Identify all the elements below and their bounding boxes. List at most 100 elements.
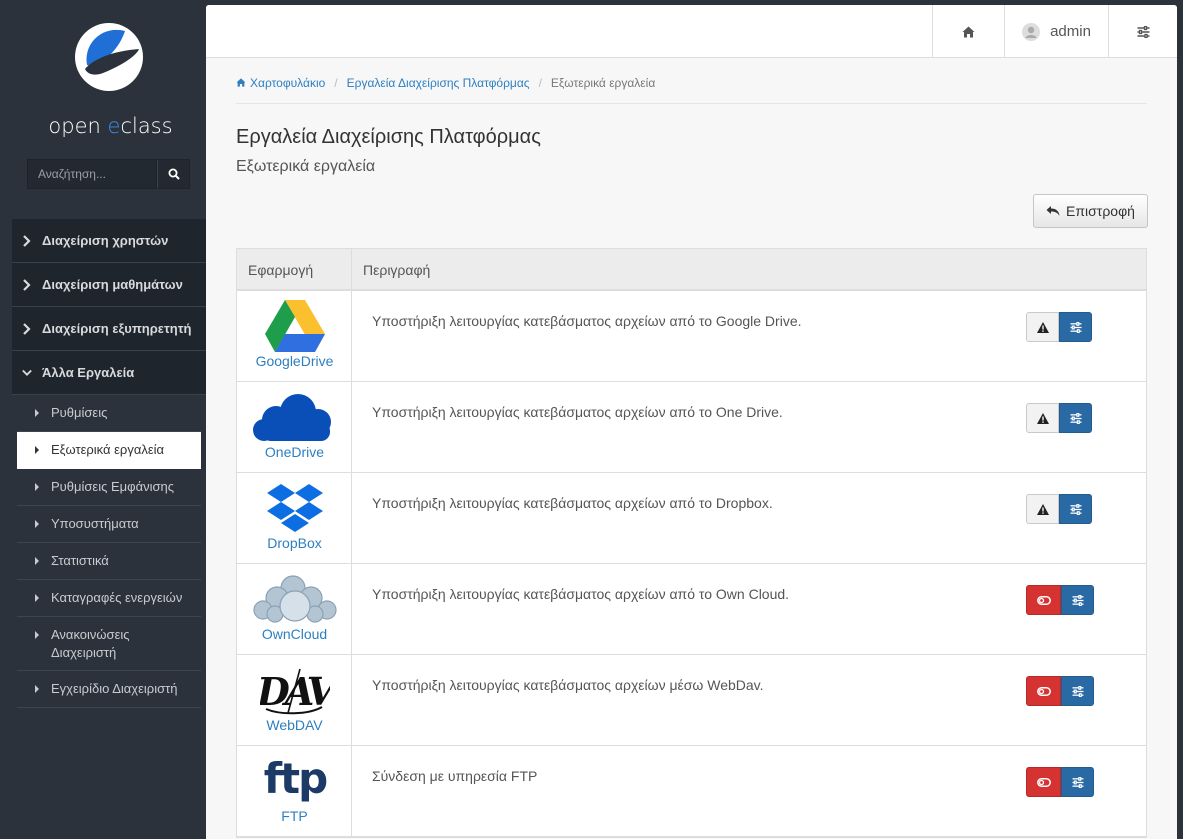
caret-right-icon — [35, 630, 39, 639]
home-button[interactable] — [932, 5, 1004, 58]
menu-group-other-tools[interactable]: Άλλα Εργαλεία — [12, 351, 206, 395]
sliders-icon — [1070, 321, 1081, 333]
google-drive-icon — [251, 298, 339, 354]
row-actions — [1026, 676, 1094, 706]
enable-toggle-button[interactable] — [1026, 767, 1061, 797]
caret-right-icon — [35, 520, 39, 528]
table-header: Εφαρμογή Περιγραφή — [237, 249, 1146, 291]
configure-button[interactable] — [1059, 494, 1092, 524]
eclass-logo-icon — [75, 23, 143, 91]
sidebar-item-settings[interactable]: Ρυθμίσεις — [17, 395, 201, 432]
caret-right-icon — [35, 594, 39, 602]
submenu-other-tools: Ρυθμίσεις Εξωτερικά εργαλεία Ρυθμίσεις Ε… — [12, 395, 206, 708]
brand-name: open eclass — [48, 114, 173, 138]
row-actions — [1026, 767, 1094, 797]
owncloud-icon — [251, 571, 339, 627]
sidebar: open eclass Διαχείριση χρηστών Διαχείρισ… — [0, 0, 206, 839]
configure-button[interactable] — [1059, 312, 1092, 342]
menu-group-courses[interactable]: Διαχείριση μαθημάτων — [12, 263, 206, 307]
dropbox-icon — [251, 480, 339, 536]
admin-menu: Διαχείριση χρηστών Διαχείριση μαθημάτων … — [12, 219, 206, 708]
toggle-off-icon — [1036, 595, 1051, 605]
sidebar-item-external-tools[interactable]: Εξωτερικά εργαλεία — [17, 432, 201, 469]
sidebar-item-subsystems[interactable]: Υποσυστήματα — [17, 506, 201, 543]
warning-button[interactable] — [1026, 494, 1059, 524]
table-row: DAV WebDAV Υποστήριξη λειτουργίας κατεβά… — [237, 655, 1146, 746]
menu-group-label: Άλλα Εργαλεία — [42, 365, 135, 380]
search-button[interactable] — [157, 159, 190, 189]
app-link-dropbox[interactable]: DropBox — [237, 535, 352, 551]
menu-group-users[interactable]: Διαχείριση χρηστών — [12, 219, 206, 263]
breadcrumb-admin-tools[interactable]: Εργαλεία Διαχείρισης Πλατφόρμας — [347, 76, 530, 90]
sliders-icon — [1070, 503, 1081, 515]
breadcrumb-separator: / — [334, 75, 338, 90]
sidebar-item-admin-manual[interactable]: Εγχειρίδιο Διαχειριστή — [17, 671, 201, 708]
app-link-ftp[interactable]: FTP — [237, 808, 352, 824]
back-button[interactable]: Επιστροφή — [1033, 194, 1148, 228]
configure-button[interactable] — [1061, 767, 1094, 797]
ftp-icon: ftp — [251, 753, 339, 809]
caret-right-icon — [35, 446, 39, 454]
menu-group-label: Διαχείριση χρηστών — [42, 233, 169, 248]
app-description: Υποστήριξη λειτουργίας κατεβάσματος αρχε… — [372, 677, 764, 693]
row-actions — [1026, 494, 1092, 524]
chevron-right-icon — [23, 278, 31, 291]
app-description: Υποστήριξη λειτουργίας κατεβάσματος αρχε… — [372, 495, 773, 511]
search-input[interactable] — [27, 159, 157, 189]
caret-right-icon — [35, 483, 39, 491]
sidebar-search — [27, 159, 190, 189]
breadcrumb: Χαρτοφυλάκιο / Εργαλεία Διαχείρισης Πλατ… — [236, 58, 1147, 104]
toggle-off-icon — [1036, 777, 1051, 787]
page-subtitle: Εξωτερικά εργαλεία — [236, 158, 376, 175]
webdav-icon: DAV — [251, 662, 339, 718]
settings-toggle-button[interactable] — [1108, 5, 1177, 58]
breadcrumb-current: Εξωτερικά εργαλεία — [550, 75, 656, 90]
caret-right-icon — [35, 409, 39, 417]
home-icon — [962, 26, 975, 37]
warning-button[interactable] — [1026, 312, 1059, 342]
table-row: GoogleDrive Υποστήριξη λειτουργίας κατεβ… — [237, 291, 1146, 382]
row-actions — [1026, 585, 1094, 615]
warning-icon — [1036, 321, 1049, 333]
app-link-owncloud[interactable]: OwnCloud — [237, 626, 352, 642]
breadcrumb-portfolio[interactable]: Χαρτοφυλάκιο — [250, 76, 325, 90]
home-icon — [236, 78, 246, 87]
app-link-webdav[interactable]: WebDAV — [237, 717, 352, 733]
sidebar-item-action-logs[interactable]: Καταγραφές ενεργειών — [17, 580, 201, 617]
configure-button[interactable] — [1061, 585, 1094, 615]
menu-group-server[interactable]: Διαχείριση εξυπηρετητή — [12, 307, 206, 351]
sidebar-item-statistics[interactable]: Στατιστικά — [17, 543, 201, 580]
sidebar-item-appearance[interactable]: Ρυθμίσεις Εμφάνισης — [17, 469, 201, 506]
chevron-down-icon — [22, 369, 32, 376]
enable-toggle-button[interactable] — [1026, 676, 1061, 706]
app-description: Σύνδεση με υπηρεσία FTP — [372, 768, 538, 784]
sidebar-item-admin-announcements[interactable]: Ανακοινώσεις Διαχειριστή — [17, 617, 201, 671]
username: admin — [1050, 23, 1091, 40]
app-description: Υποστήριξη λειτουργίας κατεβάσματος αρχε… — [372, 404, 783, 420]
sliders-icon — [1070, 412, 1081, 424]
table-row: OneDrive Υποστήριξη λειτουργίας κατεβάσμ… — [237, 382, 1146, 473]
column-header-description: Περιγραφή — [363, 262, 431, 278]
configure-button[interactable] — [1059, 403, 1092, 433]
row-actions — [1026, 312, 1092, 342]
sliders-icon — [1072, 685, 1083, 697]
avatar-icon — [1022, 22, 1041, 41]
brand-logo[interactable]: open eclass — [0, 18, 206, 137]
configure-button[interactable] — [1061, 676, 1094, 706]
warning-button[interactable] — [1026, 403, 1059, 433]
breadcrumb-separator: / — [538, 75, 542, 90]
sliders-icon — [1072, 594, 1083, 606]
app-link-onedrive[interactable]: OneDrive — [237, 444, 352, 460]
enable-toggle-button[interactable] — [1026, 585, 1061, 615]
table-row: OwnCloud Υποστήριξη λειτουργίας κατεβάσμ… — [237, 564, 1146, 655]
toggle-off-icon — [1036, 686, 1051, 696]
table-row: ftp FTP Σύνδεση με υπηρεσία FTP — [237, 746, 1146, 837]
app-link-googledrive[interactable]: GoogleDrive — [237, 353, 352, 369]
sliders-icon — [1072, 776, 1083, 788]
sliders-icon — [1137, 25, 1149, 38]
external-tools-table: Εφαρμογή Περιγραφή GoogleDrive Υποστήριξ… — [236, 248, 1147, 838]
chevron-right-icon — [23, 322, 31, 335]
caret-right-icon — [35, 557, 39, 565]
user-menu[interactable]: admin — [1004, 5, 1108, 58]
row-actions — [1026, 403, 1092, 433]
